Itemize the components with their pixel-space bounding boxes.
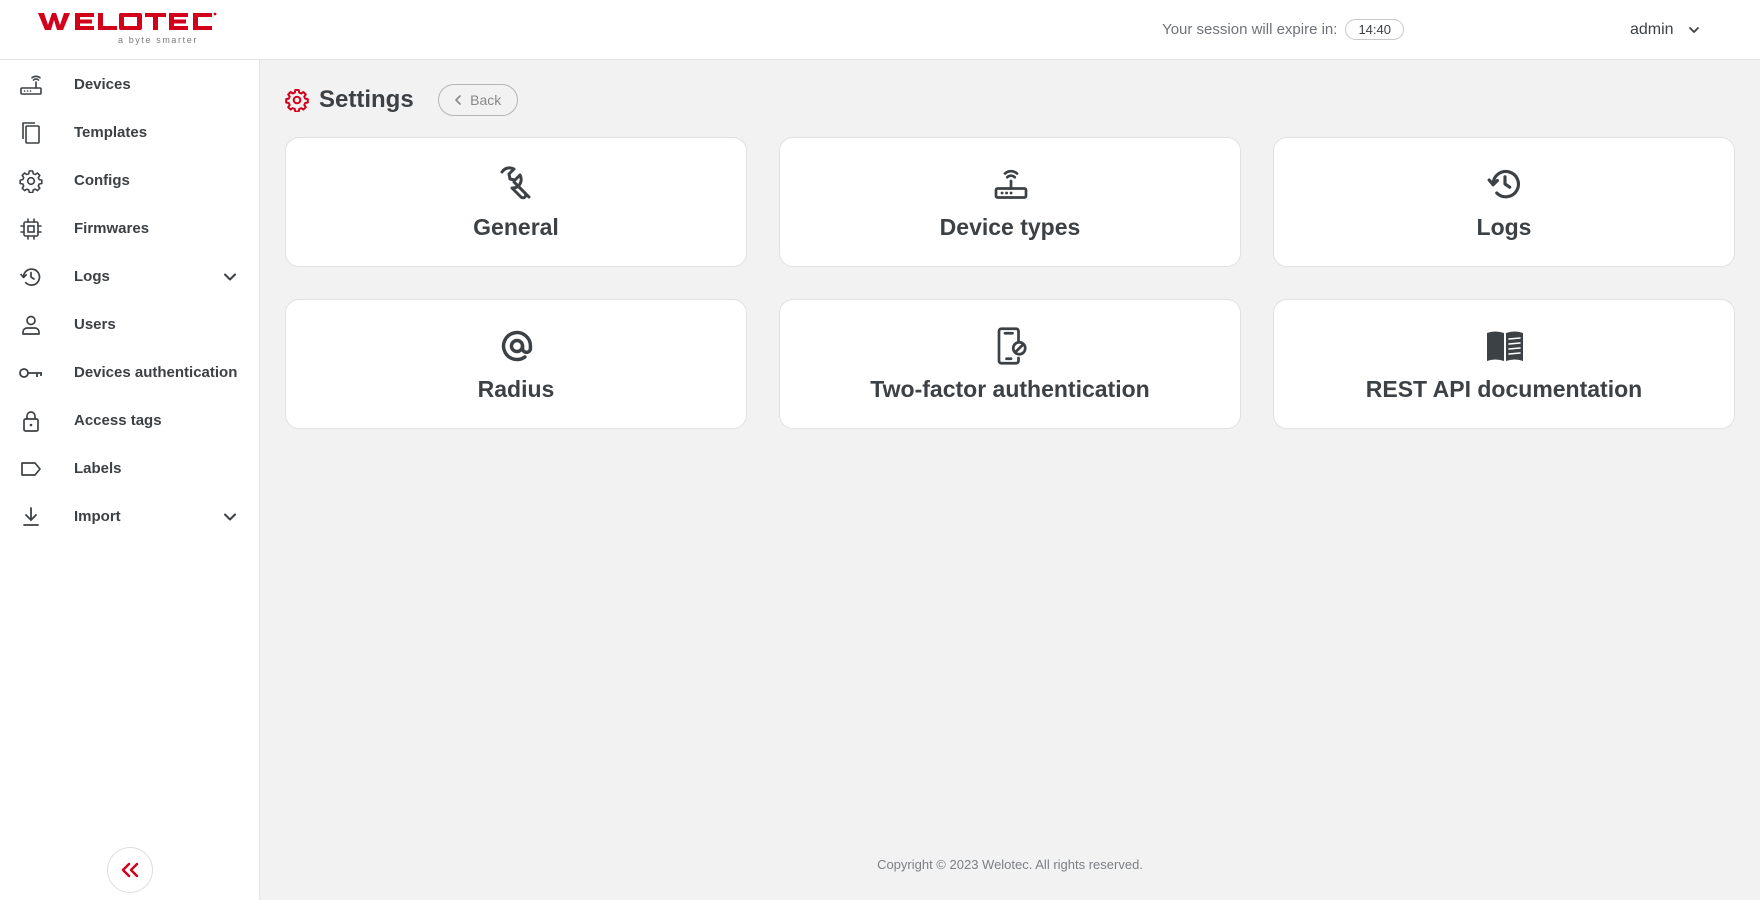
sidebar-item-users[interactable]: Users xyxy=(0,300,259,348)
settings-card-label: General xyxy=(473,214,559,240)
sidebar-item-configs[interactable]: Configs xyxy=(0,156,259,204)
settings-card-label: Logs xyxy=(1476,214,1532,240)
person-icon xyxy=(18,312,44,338)
settings-card-logs[interactable]: Logs xyxy=(1273,137,1735,267)
footer-copyright: Copyright © 2023 Welotec. All rights res… xyxy=(877,857,1143,872)
phone-lock-icon xyxy=(989,324,1033,368)
sidebar-item-label: Firmwares xyxy=(74,219,150,237)
key-icon xyxy=(18,360,44,386)
book-icon xyxy=(1483,324,1527,368)
settings-card-label: Radius xyxy=(477,376,555,402)
label-icon xyxy=(18,456,44,482)
sidebar-item-devices[interactable]: Devices xyxy=(0,60,259,108)
sidebar-item-label: Templates xyxy=(74,123,148,141)
settings-card-two-factor-authentication[interactable]: Two-factor authentication xyxy=(779,299,1241,429)
router-icon xyxy=(18,72,44,98)
page-header: Settings Back xyxy=(285,82,518,118)
settings-card-rest-api-documentation[interactable]: REST API documentation xyxy=(1273,299,1735,429)
user-menu[interactable]: admin xyxy=(1630,0,1760,60)
chevron-down-icon xyxy=(224,273,236,281)
lock-icon xyxy=(18,408,44,434)
session-timer: 14:40 xyxy=(1345,18,1404,40)
settings-card-label: Two-factor authentication xyxy=(870,376,1150,402)
settings-card-radius[interactable]: Radius xyxy=(285,299,747,429)
gear-icon xyxy=(285,89,309,112)
top-bar: a byte smarter Your session will expire … xyxy=(0,0,1760,60)
sidebar-item-access-tags[interactable]: Access tags xyxy=(0,396,259,444)
chevron-down-icon xyxy=(1688,27,1699,33)
sidebar-item-label: Devices authentication xyxy=(74,363,238,381)
sidebar-item-devices-authentication[interactable]: Devices authentication xyxy=(0,348,259,396)
sidebar-item-labels[interactable]: Labels xyxy=(0,444,259,492)
sidebar-item-logs[interactable]: Logs xyxy=(0,252,259,300)
copy-icon xyxy=(18,120,44,146)
double-chevron-left-icon xyxy=(121,862,139,878)
sidebar-item-label: Users xyxy=(74,315,116,333)
history-icon xyxy=(1483,162,1527,206)
chip-icon xyxy=(18,216,44,242)
download-icon xyxy=(18,504,44,530)
sidebar-item-templates[interactable]: Templates xyxy=(0,108,259,156)
router-icon xyxy=(989,162,1033,206)
sidebar-item-firmwares[interactable]: Firmwares xyxy=(0,204,259,252)
at-sign-icon xyxy=(495,324,539,368)
gear-icon xyxy=(18,168,44,194)
settings-card-label: REST API documentation xyxy=(1365,376,1643,402)
logo-tagline: a byte smarter xyxy=(118,35,198,45)
back-button-label: Back xyxy=(470,92,502,108)
logo-wordmark xyxy=(38,12,217,30)
user-name: admin xyxy=(1630,21,1674,38)
sidebar-item-label: Devices xyxy=(74,75,131,93)
sidebar-item-label: Import xyxy=(74,507,121,525)
chevron-left-icon xyxy=(455,95,461,105)
sidebar-item-label: Configs xyxy=(74,171,130,189)
brand-logo[interactable]: a byte smarter xyxy=(38,10,228,48)
session-info: Your session will expire in: 14:40 xyxy=(1162,18,1404,40)
sidebar-collapse-button[interactable] xyxy=(107,847,153,893)
sidebar-item-label: Logs xyxy=(74,267,110,285)
history-icon xyxy=(18,264,44,290)
back-button[interactable]: Back xyxy=(437,84,518,116)
session-label: Your session will expire in: xyxy=(1162,20,1338,38)
page-title: Settings xyxy=(319,86,414,113)
settings-card-label: Device types xyxy=(939,214,1081,240)
sidebar-item-label: Labels xyxy=(74,459,122,477)
sidebar: Devices Templates Configs Firmwares Logs… xyxy=(0,60,260,900)
wrench-icon xyxy=(495,162,539,206)
sidebar-item-import[interactable]: Import xyxy=(0,492,259,540)
chevron-down-icon xyxy=(224,513,236,521)
settings-card-device-types[interactable]: Device types xyxy=(779,137,1241,267)
sidebar-item-label: Access tags xyxy=(74,411,162,429)
settings-card-general[interactable]: General xyxy=(285,137,747,267)
